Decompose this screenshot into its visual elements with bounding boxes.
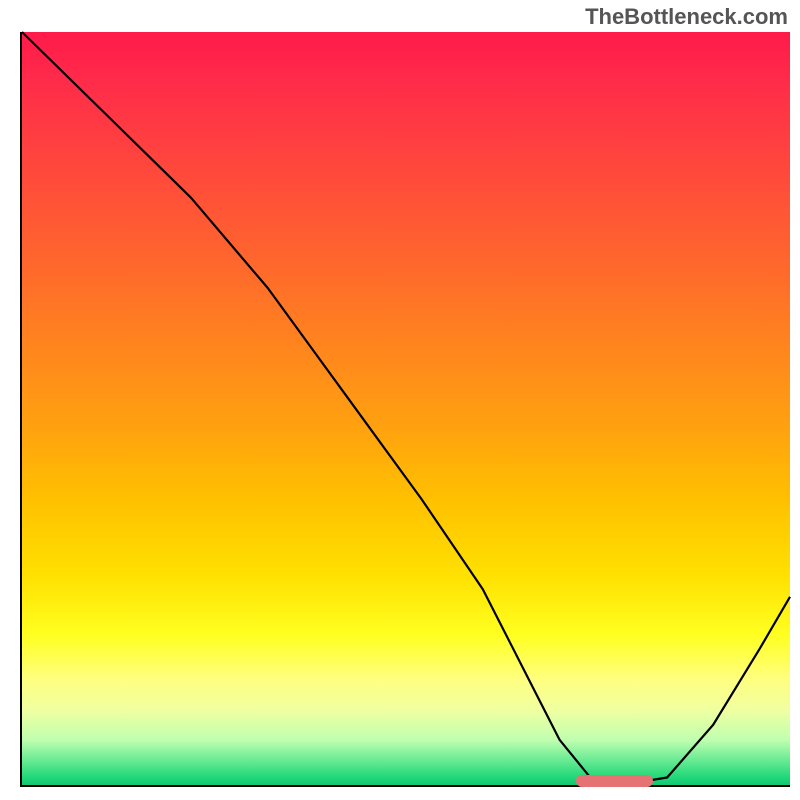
bottleneck-curve: [22, 32, 790, 785]
watermark-text: TheBottleneck.com: [585, 4, 788, 30]
plot-area: [20, 32, 790, 787]
optimal-marker: [576, 775, 653, 787]
